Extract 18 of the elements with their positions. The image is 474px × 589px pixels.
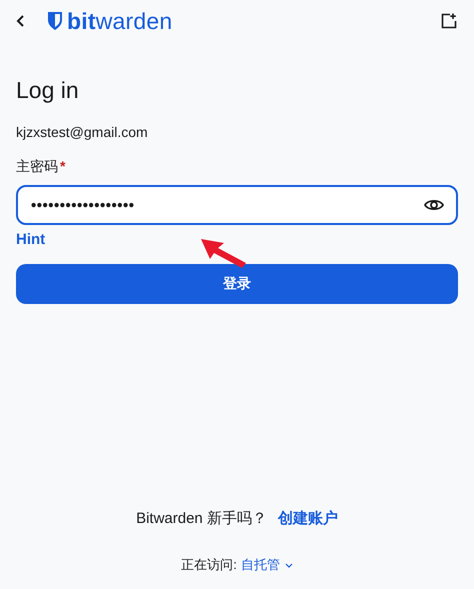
required-mark: * [60,158,66,174]
arrow-icon [200,237,248,269]
hint-link[interactable]: Hint [16,231,46,248]
password-field[interactable]: •••••••••••••••••• [16,185,458,225]
login-button[interactable]: 登录 [16,264,458,304]
popout-icon[interactable] [441,13,457,29]
field-label: 主密码 [16,158,58,174]
region-label: 正在访问: [181,556,237,574]
back-icon[interactable] [16,14,26,28]
logo-text: bitwarden [67,8,172,34]
email-text: kjzxstest@gmail.com [16,124,149,140]
shield-icon [48,12,62,30]
page-title: Log in [16,77,80,104]
chevron-down-icon [284,562,293,568]
signup-prompt: Bitwarden 新手吗？ [136,509,267,528]
region-selector[interactable]: 自托管 [240,556,293,574]
create-account-link[interactable]: 创建账户 [278,509,338,528]
eye-icon[interactable] [424,198,444,212]
